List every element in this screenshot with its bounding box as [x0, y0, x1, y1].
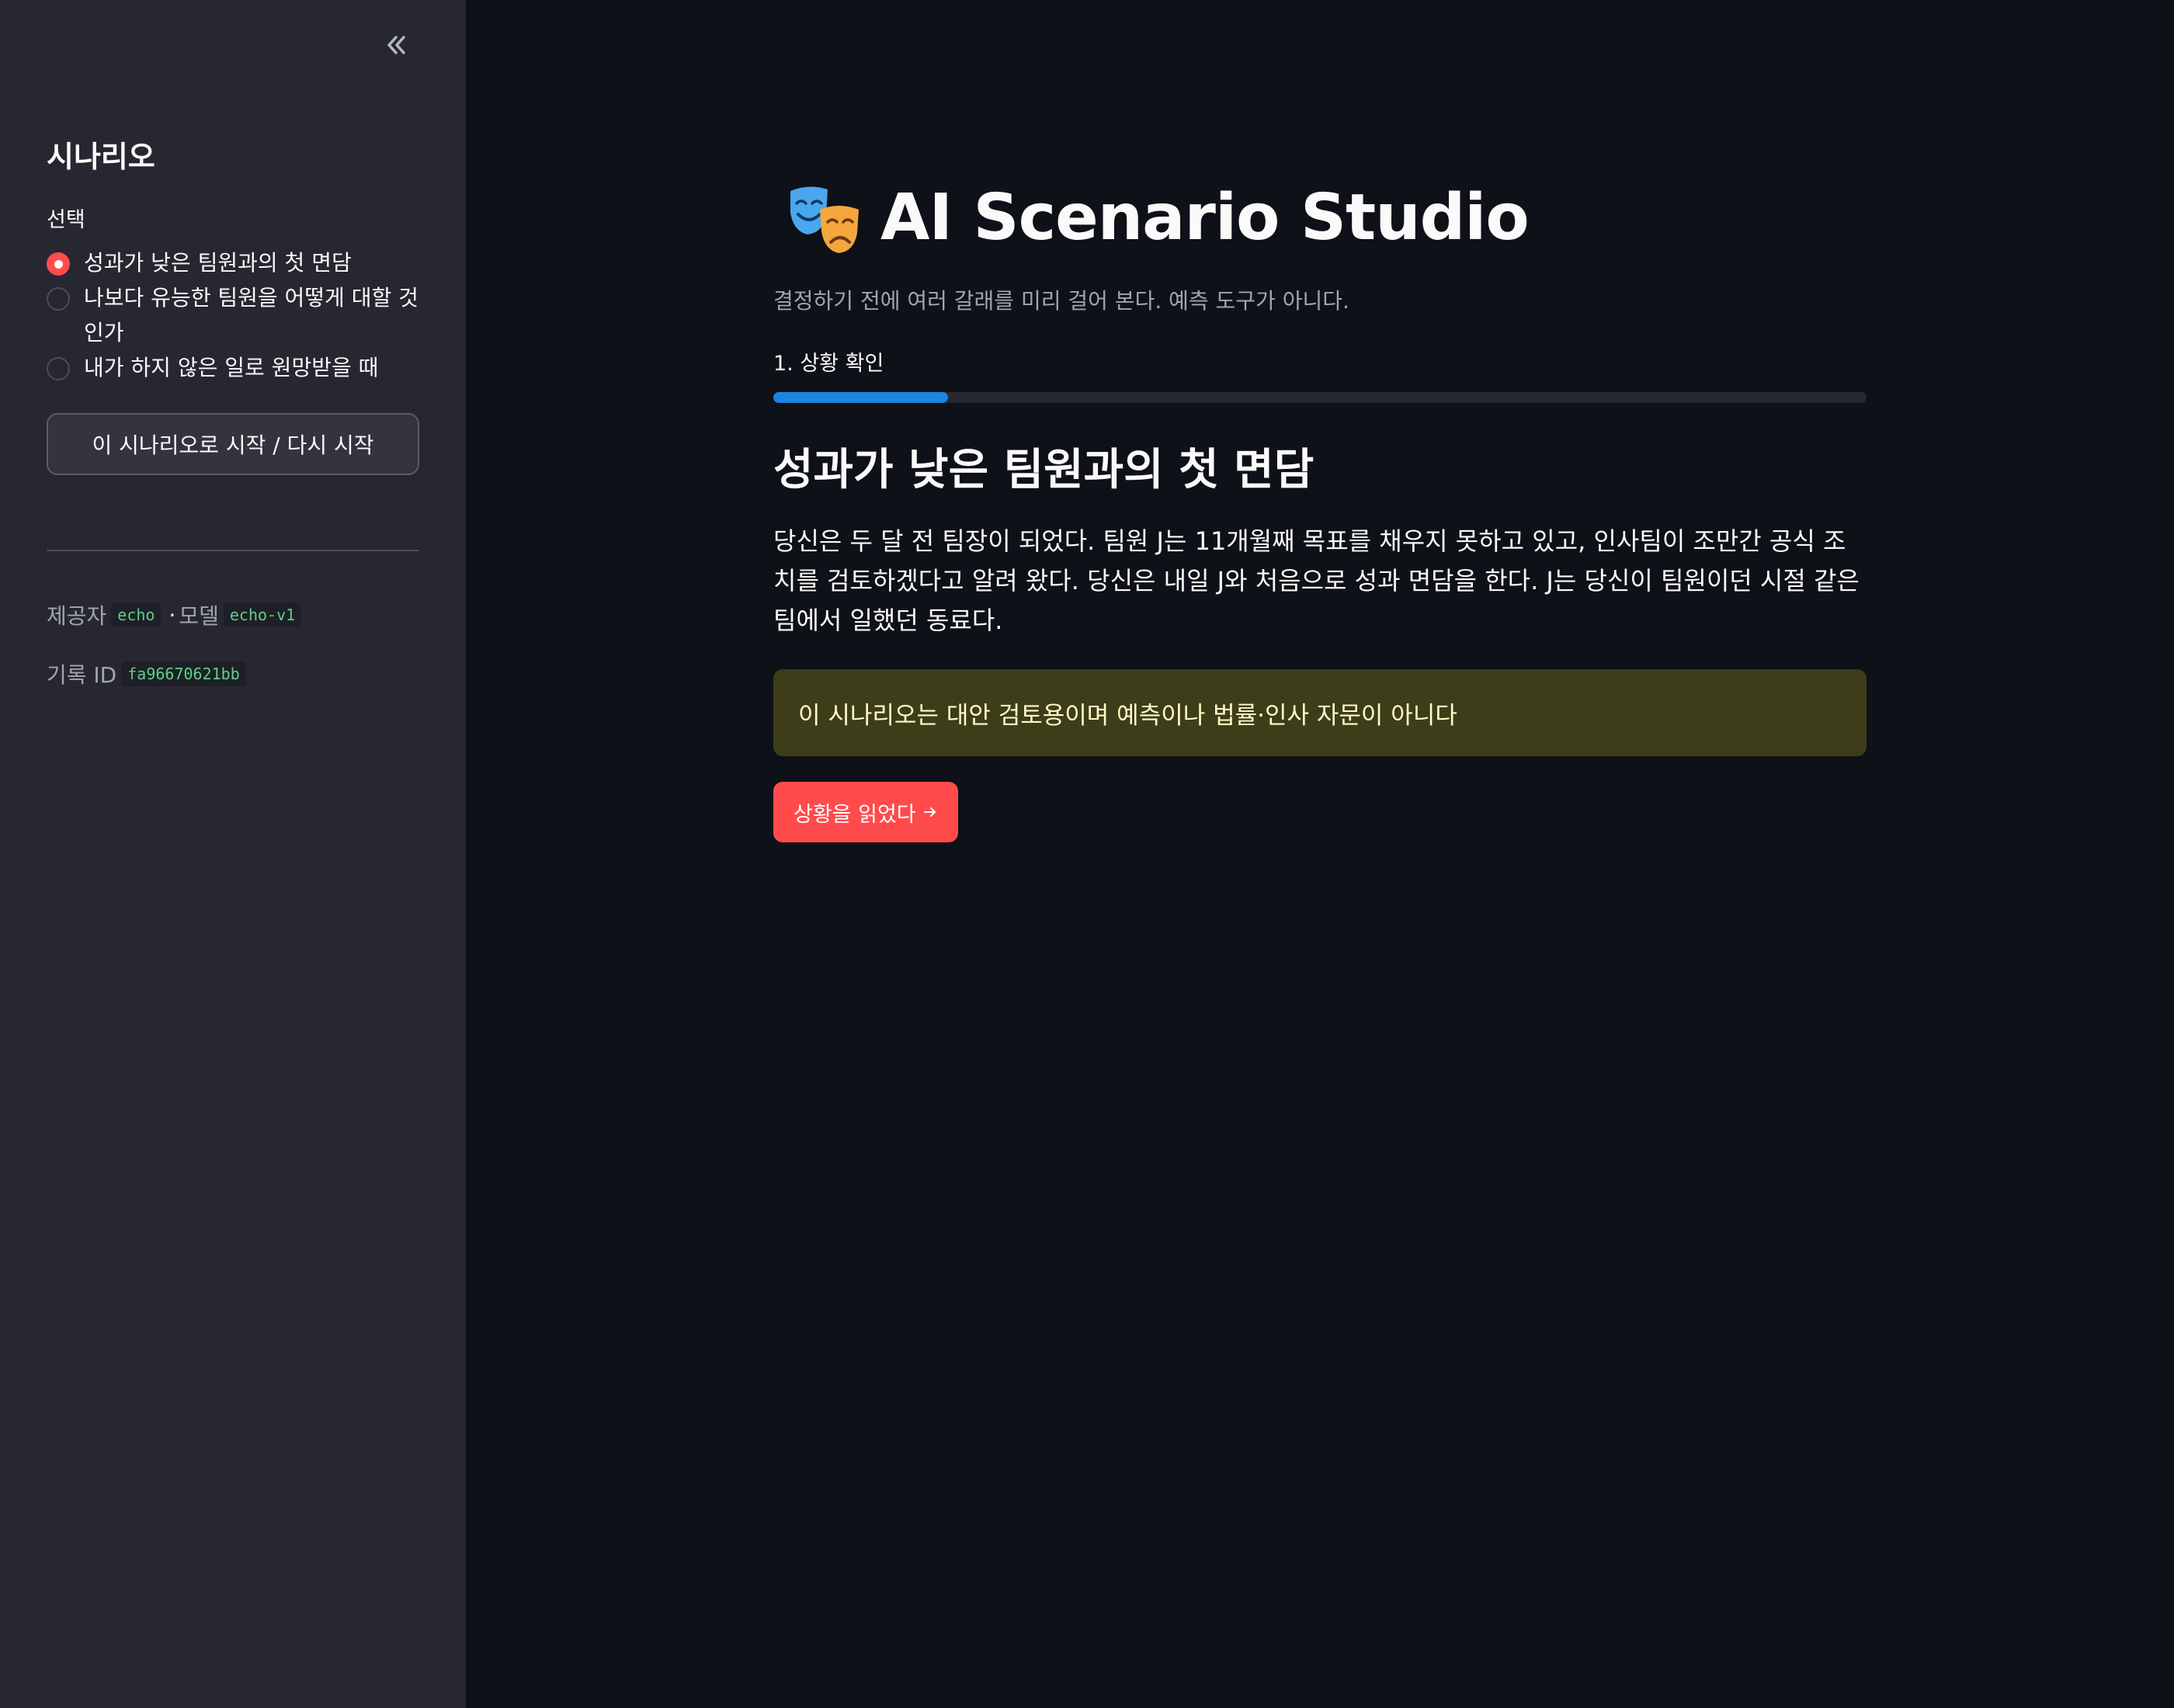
scenario-option-1[interactable]: 성과가 낮은 팀원과의 첫 면담: [47, 245, 419, 280]
app-subtitle: 결정하기 전에 여러 갈래를 미리 걸어 본다. 예측 도구가 아니다.: [773, 288, 1349, 314]
scenario-description: 당신은 두 달 전 팀장이 되었다. 팀원 J는 11개월째 목표를 채우지 못…: [773, 526, 1860, 635]
scenario-title: 성과가 낮은 팀원과의 첫 면담: [773, 445, 1314, 495]
scenario-option-2[interactable]: 나보다 유능한 팀원을 어떻게 대할 것인가: [47, 280, 419, 350]
progress-step-label: 1. 상황 확인: [773, 352, 884, 376]
scenario-option-label: 나보다 유능한 팀원을 어떻게 대할 것인가: [84, 285, 418, 345]
sidebar: 시나리오 선택 성과가 낮은 팀원과의 첫 면담 나보다 유능한 팀원을 어떻게…: [0, 0, 466, 1708]
provider-value: echo: [111, 602, 161, 627]
scenario-option-label: 내가 하지 않은 일로 원망받을 때: [84, 355, 379, 380]
scenario-select-label: 선택: [47, 208, 85, 232]
provider-label: 제공자: [47, 603, 107, 629]
app-header: AI Scenario Studio: [786, 179, 1530, 256]
record-id-value: fa96670621bb: [121, 661, 246, 686]
collapse-sidebar-button[interactable]: [379, 28, 413, 62]
disclaimer-alert: 이 시나리오는 대안 검토용이며 예측이나 법률·인사 자문이 아니다: [773, 669, 1867, 756]
sidebar-title: 시나리오: [47, 140, 155, 174]
radio-unchecked-icon[interactable]: [47, 287, 70, 311]
arrow-right-icon: [923, 807, 936, 817]
scenario-radio-group: 성과가 낮은 팀원과의 첫 면담 나보다 유능한 팀원을 어떻게 대할 것인가 …: [47, 245, 419, 385]
record-id-label: 기록 ID: [47, 662, 117, 688]
radio-checked-icon[interactable]: [47, 252, 70, 276]
separator: ·: [168, 602, 176, 628]
read-situation-label: 상황을 읽었다: [794, 802, 916, 827]
record-id-info: 기록 ID fa96670621bb: [47, 658, 251, 689]
progress-bar: [773, 392, 1867, 403]
start-scenario-button[interactable]: 이 시나리오로 시작 / 다시 시작: [47, 413, 419, 475]
double-chevron-left-icon: [387, 36, 405, 54]
read-situation-button[interactable]: 상황을 읽었다: [773, 782, 958, 842]
scenario-option-3[interactable]: 내가 하지 않은 일로 원망받을 때: [47, 350, 419, 385]
model-label: 모델: [179, 603, 219, 629]
scenario-option-label: 성과가 낮은 팀원과의 첫 면담: [84, 250, 352, 276]
model-value: echo-v1: [223, 602, 302, 627]
sidebar-divider: [47, 550, 419, 551]
app-title: AI Scenario Studio: [880, 180, 1530, 255]
provider-model-info: 제공자 echo · 모델 echo-v1: [47, 599, 306, 630]
progress-bar-fill: [773, 392, 949, 403]
performing-arts-masks-icon: [790, 186, 859, 253]
radio-unchecked-icon[interactable]: [47, 357, 70, 380]
disclaimer-text: 이 시나리오는 대안 검토용이며 예측이나 법률·인사 자문이 아니다: [798, 701, 1457, 730]
